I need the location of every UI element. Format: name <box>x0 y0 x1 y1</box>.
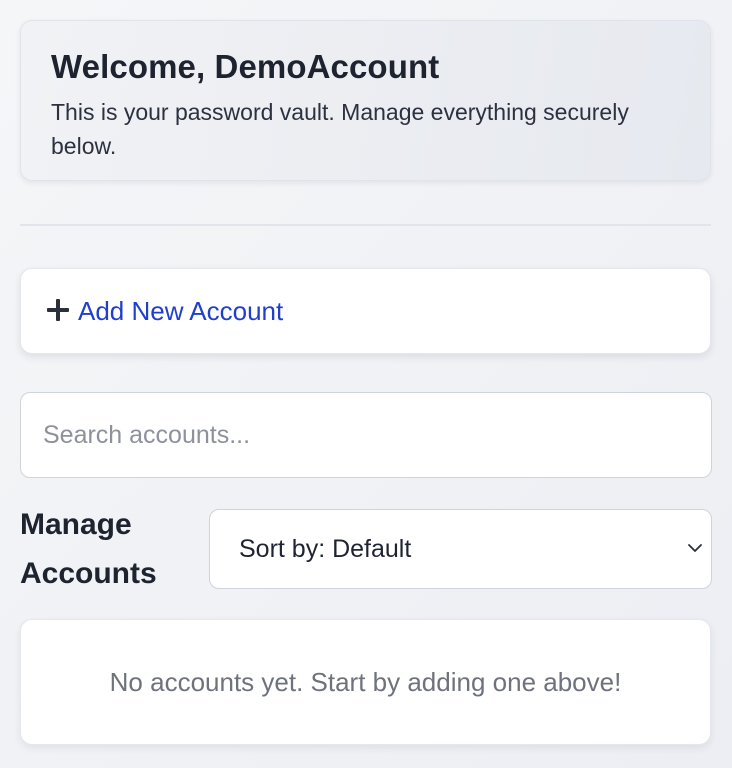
chevron-down-icon <box>688 544 702 552</box>
add-new-account-label: Add New Account <box>78 295 284 326</box>
empty-state-message: No accounts yet. Start by adding one abo… <box>109 666 622 697</box>
welcome-card: Welcome, DemoAccount This is your passwo… <box>20 20 711 181</box>
search-input[interactable] <box>20 392 712 478</box>
sort-select[interactable]: Sort by: Default <box>209 509 712 589</box>
plus-icon <box>47 299 69 321</box>
accounts-empty-state: No accounts yet. Start by adding one abo… <box>20 619 711 745</box>
welcome-title: Welcome, DemoAccount <box>51 48 440 85</box>
welcome-subtitle: This is your password vault. Manage ever… <box>51 99 629 159</box>
sort-select-value: Sort by: Default <box>239 534 412 563</box>
manage-accounts-heading: Manage Accounts <box>20 508 157 590</box>
divider <box>20 224 711 226</box>
add-new-account-button[interactable]: Add New Account <box>20 268 711 354</box>
